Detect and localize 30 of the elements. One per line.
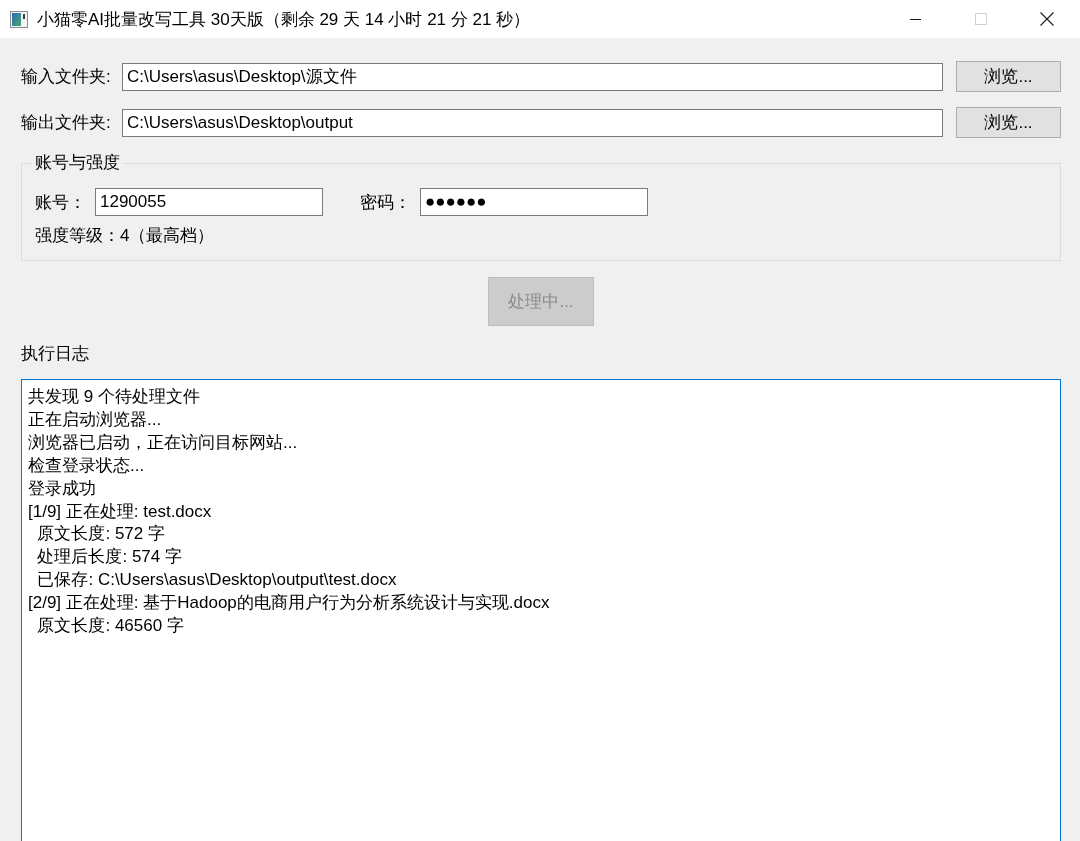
log-title: 执行日志 xyxy=(21,344,90,364)
log-line: 浏览器已启动，正在访问目标网站... xyxy=(28,431,298,454)
strength-level-text: 强度等级：4（最高档） xyxy=(35,226,216,246)
input-field[interactable]: ●●●●●● xyxy=(420,188,648,216)
log-line: 检查登录状态... xyxy=(28,454,145,477)
maximize-icon xyxy=(975,13,987,25)
log-line: [1/9] 正在处理: test.docx xyxy=(28,500,212,523)
window-title: 小猫零AI批量改写工具 30天版（剩余 29 天 14 小时 21 分 21 秒） xyxy=(37,8,531,31)
folder-label: 输入文件夹: xyxy=(21,66,112,88)
input-field[interactable]: 1290055 xyxy=(95,188,323,216)
browse-button[interactable]: 浏览... xyxy=(956,107,1061,138)
log-line: [2/9] 正在处理: 基于Hadoop的电商用户行为分析系统设计与实现.docx xyxy=(28,592,550,615)
folder-label: 输出文件夹: xyxy=(21,112,112,134)
folder-path-field[interactable]: C:\Users\asus\Desktop\源文件 xyxy=(122,62,943,91)
app-window-icon xyxy=(10,10,28,28)
log-line: 原文长度: 46560 字 xyxy=(36,615,184,638)
log-line: 登录成功 xyxy=(28,477,96,500)
log-textarea[interactable] xyxy=(21,379,1061,841)
folder-path-field[interactable]: C:\Users\asus\Desktop\output xyxy=(122,108,943,137)
log-line: 原文长度: 572 字 xyxy=(36,523,165,546)
log-line: 正在启动浏览器... xyxy=(28,408,162,431)
log-line: 处理后长度: 574 字 xyxy=(36,546,182,569)
browse-button[interactable]: 浏览... xyxy=(956,61,1061,92)
close-icon xyxy=(1040,12,1054,26)
log-line: 已保存: C:\Users\asus\Desktop\output\test.docx xyxy=(36,569,397,592)
field-label: 账号： xyxy=(35,191,87,214)
log-line: 共发现 9 个待处理文件 xyxy=(28,386,200,408)
group-title: 账号与强度 xyxy=(32,153,123,173)
minimize-icon xyxy=(909,18,921,20)
field-label: 密码： xyxy=(360,191,412,214)
